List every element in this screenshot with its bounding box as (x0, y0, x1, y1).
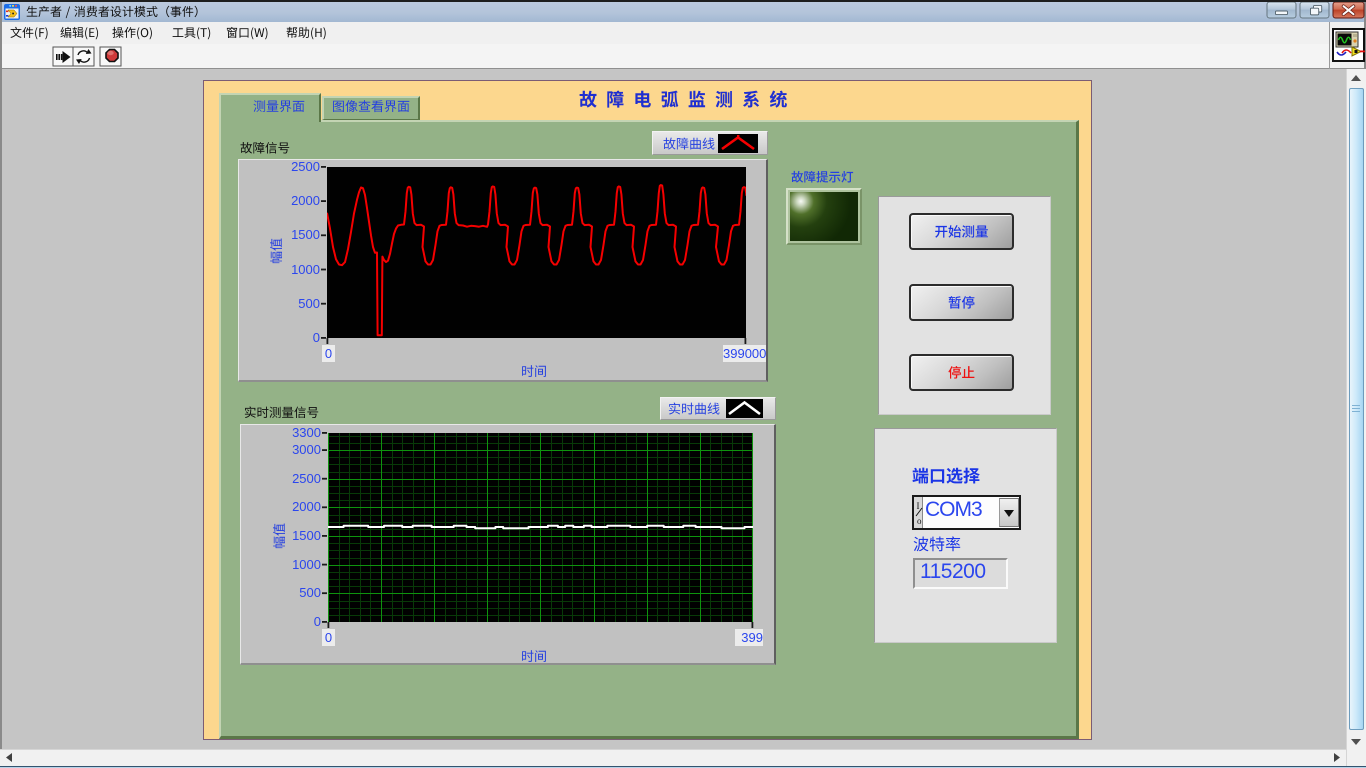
svg-text:I: I (917, 501, 920, 511)
svg-text:o: o (917, 516, 922, 526)
